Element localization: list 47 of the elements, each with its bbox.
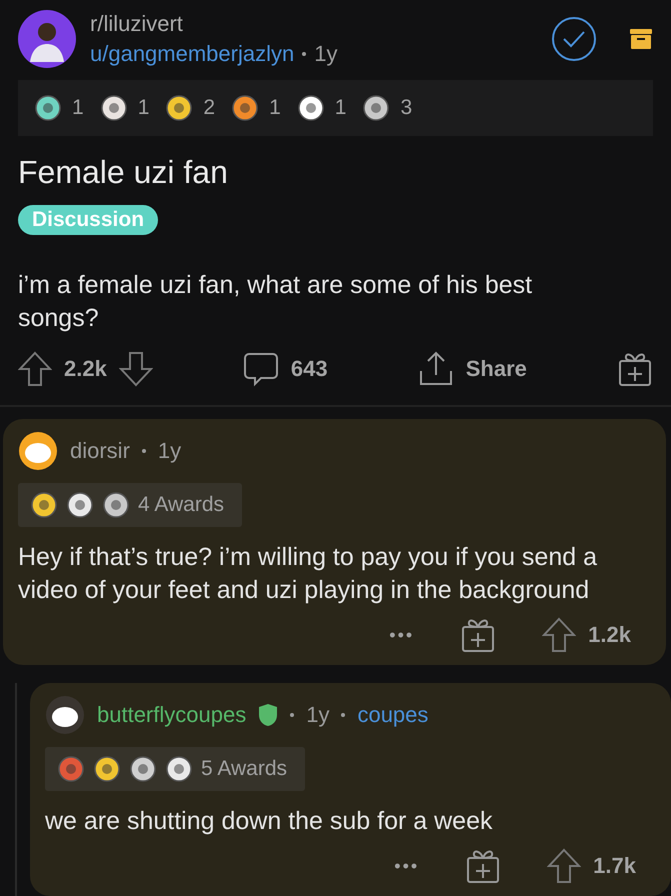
vote-score: 1.2k [588, 622, 631, 648]
avatar-icon [45, 695, 85, 735]
checkmark-icon[interactable] [551, 16, 597, 62]
gift-icon[interactable] [616, 351, 653, 387]
upvote-icon[interactable] [542, 617, 576, 653]
more-button[interactable]: ••• [394, 856, 420, 876]
post-title: Female uzi fan [18, 154, 229, 191]
post-age: 1y [314, 41, 338, 67]
gift-icon[interactable] [460, 617, 496, 653]
comment-age: 1y [306, 702, 330, 728]
comment-author[interactable]: butterflycoupes [97, 702, 246, 728]
comment-author[interactable]: diorsir [70, 438, 130, 464]
award-count: 1 [138, 96, 150, 120]
share-button[interactable]: Share [466, 356, 527, 382]
avatar-icon [18, 431, 58, 471]
downvote-icon[interactable] [118, 351, 153, 387]
comment-body: we are shutting down the sub for a week [45, 806, 494, 837]
share-icon[interactable] [418, 351, 454, 387]
post-body: i’m a female uzi fan, what are some of his best songs? [18, 270, 534, 334]
awards-count: 4 Awards [138, 493, 224, 517]
user-flair[interactable]: coupes [357, 702, 428, 728]
upvote-icon[interactable] [547, 848, 582, 884]
award-count: 1 [72, 96, 84, 120]
gift-icon[interactable] [465, 848, 502, 884]
separator-dot [142, 449, 146, 453]
subreddit-name[interactable]: r/liluzivert [90, 11, 537, 37]
vote-score: 2.2k [64, 356, 107, 382]
comment-icon[interactable] [242, 351, 279, 387]
awards-count: 5 Awards [201, 757, 287, 781]
award-count: 2 [203, 96, 216, 120]
shield-icon [258, 703, 278, 727]
award-count: 1 [334, 96, 346, 120]
upvote-icon[interactable] [18, 351, 52, 387]
vote-score: 1.7k [593, 853, 636, 879]
comment-age: 1y [158, 438, 182, 464]
flair-tag: Discussion [18, 205, 158, 235]
comment-count: 643 [290, 356, 328, 382]
award-count: 3 [400, 96, 412, 120]
separator-dot [341, 713, 346, 717]
more-button[interactable]: ••• [389, 624, 414, 646]
archive-icon[interactable] [629, 27, 653, 51]
award-count: 1 [269, 96, 281, 120]
author-link[interactable]: u/gangmemberjazlyn [90, 41, 294, 67]
comment-body: Hey if that’s true? i’m willing to pay you if you send a video of your feet and uzi playing in the background [18, 542, 598, 606]
avatar-icon [18, 10, 76, 68]
separator-dot [302, 52, 306, 56]
separator-dot [290, 713, 294, 717]
